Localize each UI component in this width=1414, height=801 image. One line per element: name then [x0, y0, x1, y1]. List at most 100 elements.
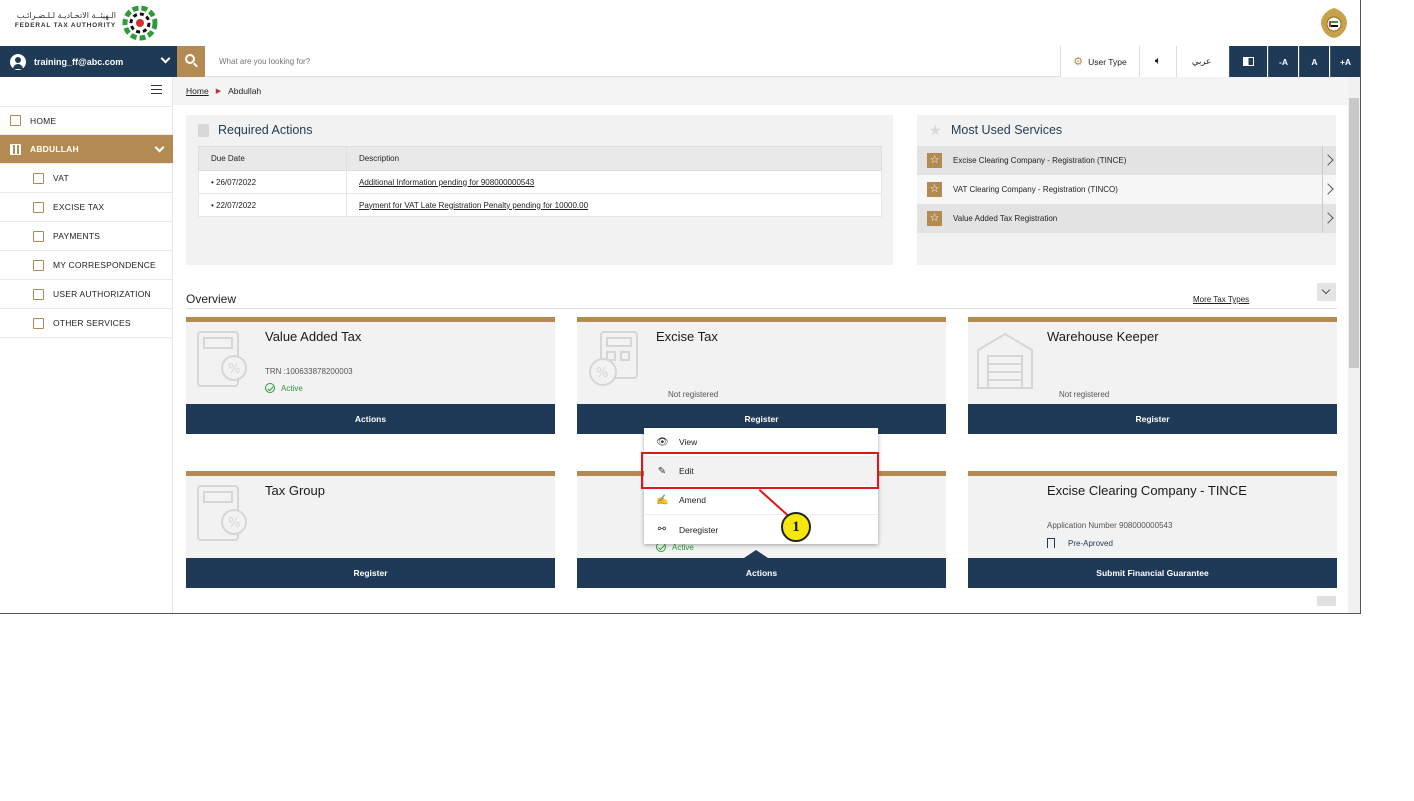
register-button[interactable]: Register	[186, 558, 555, 588]
hamburger-menu-icon[interactable]	[151, 85, 162, 94]
scrollbar-thumb[interactable]	[1349, 98, 1359, 368]
user-account-menu[interactable]: training_ff@abc.com	[0, 46, 177, 77]
excise-clearing-company-card: Excise Clearing Company - TINCE Applicat…	[968, 471, 1337, 588]
svg-text:%: %	[596, 366, 608, 381]
gear-icon: ⚙	[1073, 56, 1084, 68]
chevron-right-icon	[1322, 175, 1336, 204]
sidebar-item-other-services[interactable]: OTHER SERVICES	[0, 309, 173, 338]
calculator-icon: %	[197, 485, 247, 541]
language-label: عربي	[1191, 56, 1212, 67]
breadcrumb-separator-icon: ▶	[215, 88, 222, 95]
vat-icon	[33, 172, 44, 184]
sidebar: HOME ABDULLAH VAT EXCISE TAX PAYMENTS MY…	[0, 77, 173, 613]
search-input[interactable]	[205, 46, 1060, 77]
user-type-label: User Type	[1088, 56, 1127, 67]
fta-logo-icon	[122, 5, 158, 41]
font-decrease-button[interactable]: -A	[1268, 46, 1298, 77]
card-title: Value Added Tax	[265, 329, 362, 344]
description-link[interactable]: Payment for VAT Late Registration Penalt…	[346, 193, 882, 217]
due-date-cell: • 26/07/2022	[198, 170, 347, 194]
warehouse-icon	[977, 332, 1033, 389]
chevron-down-icon	[160, 53, 171, 64]
sidebar-item-my-correspondence[interactable]: MY CORRESPONDENCE	[0, 251, 173, 280]
table-row: • 22/07/2022 Payment for VAT Late Regist…	[198, 193, 882, 217]
excise-tax-icon	[33, 201, 44, 213]
svg-text:%: %	[228, 362, 240, 377]
contrast-icon	[1243, 57, 1254, 66]
registration-status: Not registered	[668, 390, 719, 399]
language-toggle[interactable]: عربي	[1176, 46, 1226, 77]
font-increase-button[interactable]: +A	[1330, 46, 1360, 77]
user-email: training_ff@abc.com	[34, 56, 124, 67]
sidebar-item-excise-tax[interactable]: EXCISE TAX	[0, 193, 173, 222]
service-label: Excise Clearing Company - Registration (…	[953, 156, 1127, 165]
highlight-box	[641, 452, 879, 489]
star-icon: ☆	[927, 153, 942, 168]
breadcrumb-current: Abdullah	[228, 86, 262, 96]
divider	[186, 308, 1337, 309]
breadcrumb-home-link[interactable]: Home	[186, 86, 209, 96]
browser-frame: الـهيئــة الاتحـاديـة لـلـضـرائـب FEDERA…	[0, 0, 1361, 614]
sidebar-item-label: EXCISE TAX	[53, 202, 105, 212]
star-icon: ★	[929, 121, 942, 138]
excise-calculator-icon: %	[589, 331, 638, 386]
description-link[interactable]: Additional Information pending for 90800…	[346, 170, 882, 194]
breadcrumb: Home ▶ Abdullah	[173, 77, 1348, 105]
service-label: Value Added Tax Registration	[953, 214, 1058, 223]
logo-english: FEDERAL TAX AUTHORITY	[14, 22, 116, 29]
chevron-right-icon	[1322, 204, 1336, 233]
font-normal-button[interactable]: A	[1299, 46, 1329, 77]
trn-number: TRN :100633878200003	[265, 367, 353, 376]
sidebar-item-label: HOME	[30, 115, 57, 126]
search-button[interactable]	[177, 46, 205, 77]
column-header: Description	[346, 146, 882, 171]
sidebar-item-vat[interactable]: VAT	[0, 164, 173, 193]
overview-title: Overview	[186, 292, 237, 306]
logo-bar: الـهيئــة الاتحـاديـة لـلـضـرائـب FEDERA…	[0, 0, 1360, 46]
status-badge: Active	[265, 383, 303, 393]
correspondence-icon	[33, 259, 44, 271]
sidebar-item-payments[interactable]: PAYMENTS	[0, 222, 173, 251]
more-tax-types-link[interactable]: More Tax Types	[1193, 295, 1249, 304]
sidebar-item-label: USER AUTHORIZATION	[53, 289, 151, 299]
contrast-toggle-button[interactable]	[1229, 46, 1267, 77]
sidebar-item-label: PAYMENTS	[53, 231, 101, 241]
required-actions-panel: Required Actions Due Date Description • …	[186, 115, 893, 265]
sidebar-item-label: ABDULLAH	[30, 144, 79, 154]
user-avatar-icon	[10, 53, 26, 70]
sidebar-item-label: OTHER SERVICES	[53, 318, 131, 328]
service-label: VAT Clearing Company - Registration (TIN…	[953, 185, 1118, 194]
actions-button[interactable]: Actions	[577, 558, 946, 588]
menu-item-deregister[interactable]: ⚯ Deregister	[644, 515, 878, 544]
payments-icon	[33, 230, 44, 242]
sidebar-item-abdullah[interactable]: ABDULLAH	[0, 135, 173, 164]
user-type-selector[interactable]: ⚙ User Type	[1060, 46, 1139, 77]
scroll-bottom-button[interactable]	[1317, 596, 1336, 606]
sidebar-item-user-authorization[interactable]: USER AUTHORIZATION	[0, 280, 173, 309]
actions-button[interactable]: Actions	[186, 404, 555, 434]
submit-financial-guarantee-button[interactable]: Submit Financial Guarantee	[968, 558, 1337, 588]
card-title: Tax Group	[265, 483, 325, 498]
collapse-overview-button[interactable]	[1317, 283, 1336, 301]
edit-document-icon: ✍	[656, 494, 669, 506]
logo-arabic: الـهيئــة الاتحـاديـة لـلـضـرائـب	[16, 11, 116, 20]
clipboard-icon	[198, 123, 209, 137]
sidebar-item-label: VAT	[53, 173, 69, 183]
service-item[interactable]: ☆ Excise Clearing Company - Registration…	[917, 146, 1336, 175]
calculator-icon: %	[197, 331, 247, 387]
chevron-down-icon	[154, 142, 165, 153]
svg-text:%: %	[228, 516, 240, 531]
sidebar-item-home[interactable]: HOME	[0, 106, 173, 135]
required-actions-title: Required Actions	[198, 123, 313, 137]
warehouse-keeper-card: Warehouse Keeper Not registered Register	[968, 317, 1337, 434]
chevron-right-icon	[1322, 146, 1336, 175]
service-item[interactable]: ☆ VAT Clearing Company - Registration (T…	[917, 175, 1336, 204]
eye-icon: 👁︎	[656, 436, 669, 448]
register-button[interactable]: Register	[968, 404, 1337, 434]
text-to-speech-button[interactable]: 🔈︎	[1139, 46, 1176, 77]
bookmark-icon	[1047, 538, 1055, 548]
step-number-marker: 1	[781, 512, 811, 542]
check-circle-icon	[265, 383, 275, 393]
vat-card: % Value Added Tax TRN :100633878200003 A…	[186, 317, 555, 434]
service-item[interactable]: ☆ Value Added Tax Registration	[917, 204, 1336, 233]
